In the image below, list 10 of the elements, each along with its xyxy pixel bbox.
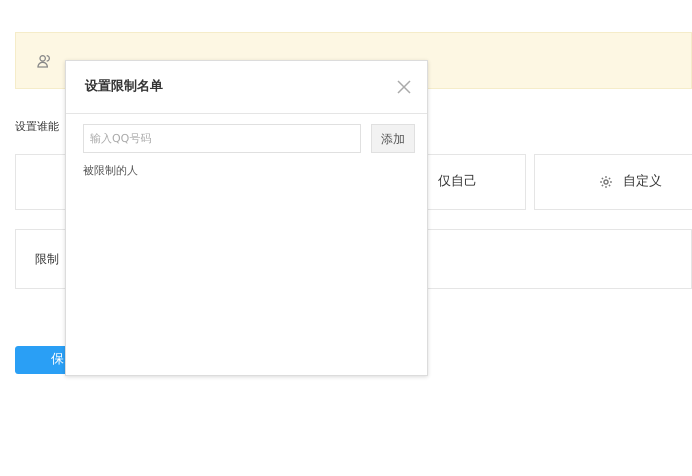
option-card[interactable]: 自定义 (534, 154, 692, 210)
user-icon (36, 52, 52, 68)
restrict-label: 限制 (35, 250, 59, 268)
qq-input-field[interactable]: 输入QQ号码 (83, 124, 361, 153)
restricted-list-label: 被限制的人 (82, 163, 138, 179)
close-icon[interactable] (397, 80, 411, 94)
add-button[interactable]: 添加 (371, 124, 415, 153)
gear-icon (599, 174, 613, 188)
section-label: 设置谁能 (15, 119, 59, 135)
dialog-title: 设置限制名单 (85, 78, 163, 96)
